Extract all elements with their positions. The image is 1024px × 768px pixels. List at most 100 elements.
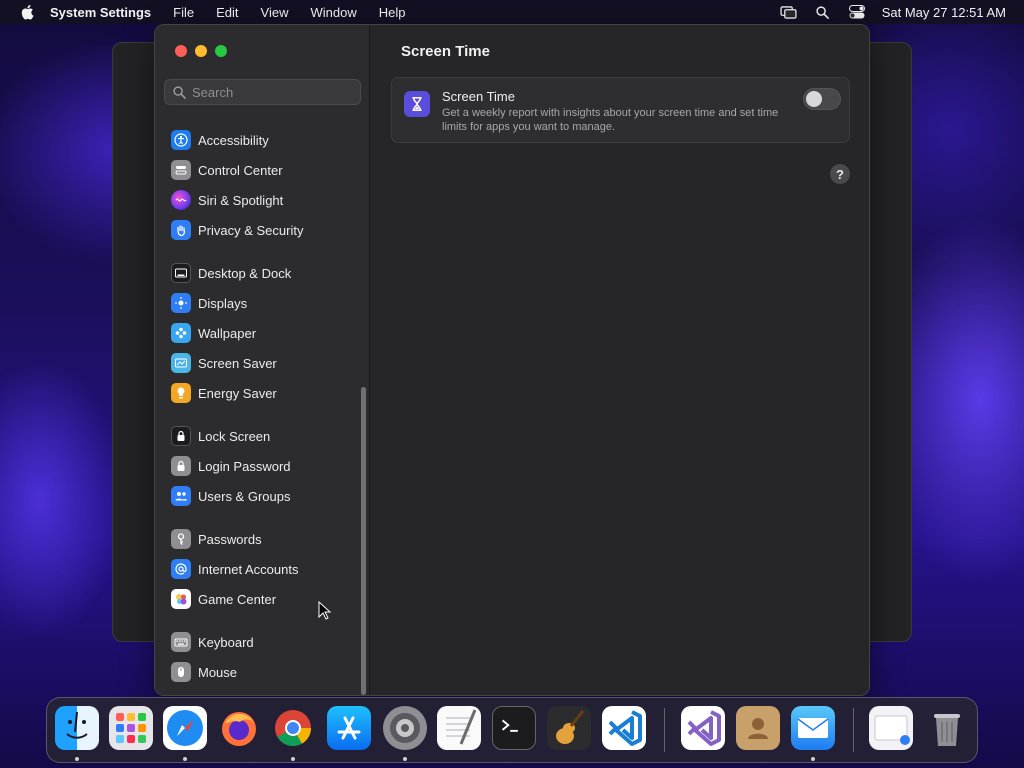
screen-time-toggle[interactable]	[803, 88, 841, 110]
sidebar-item-siri-spotlight[interactable]: Siri & Spotlight	[171, 188, 283, 212]
screen-time-label: Screen Time	[442, 89, 515, 104]
window-controls	[175, 45, 227, 57]
sidebar-item-label: Login Password	[198, 458, 291, 474]
sidebar-item-keyboard[interactable]: Keyboard	[171, 630, 254, 654]
safari-icon[interactable]	[163, 706, 207, 750]
sidebar-item-screen-saver[interactable]: Screen Saver	[171, 351, 277, 375]
menu-window[interactable]: Window	[310, 5, 356, 20]
sidebar-item-desktop-dock[interactable]: Desktop & Dock	[171, 261, 291, 285]
sidebar-item-label: Siri & Spotlight	[198, 192, 284, 208]
search-input[interactable]	[192, 84, 352, 100]
keyboard-icon	[171, 632, 191, 652]
at-icon	[171, 559, 191, 579]
sidebar-item-energy-saver[interactable]: Energy Saver	[171, 381, 277, 405]
system-settings-icon[interactable]	[383, 706, 427, 750]
screen-time-card: Screen Time Get a weekly report with ins…	[391, 77, 850, 143]
mail-icon[interactable]	[791, 706, 835, 750]
launchpad-icon[interactable]	[109, 706, 153, 750]
sidebar-item-label: Keyboard	[198, 634, 254, 650]
sidebar-item-mouse[interactable]: Mouse	[171, 660, 237, 684]
menu-view[interactable]: View	[261, 5, 289, 20]
page-title: Screen Time	[401, 43, 490, 60]
contacts-icon[interactable]	[736, 706, 780, 750]
screen-mirroring-icon[interactable]	[780, 4, 798, 20]
accessibility-icon	[171, 130, 191, 150]
sidebar-item-internet-accounts[interactable]: Internet Accounts	[171, 557, 298, 581]
garageband-icon[interactable]	[547, 706, 591, 750]
sidebar-item-game-center[interactable]: Game Center	[171, 587, 276, 611]
chrome-icon[interactable]	[271, 706, 315, 750]
sidebar-item-displays[interactable]: Displays	[171, 291, 247, 315]
menu-bar: System Settings File Edit View Window He…	[0, 0, 1024, 24]
trash-icon[interactable]	[925, 706, 969, 750]
dock	[46, 697, 978, 763]
menu-bar-clock[interactable]: Sat May 27 12:51 AM	[882, 5, 1006, 20]
system-settings-window: Accessibility Control Center Siri & Spot…	[154, 24, 870, 696]
running-indicator	[403, 757, 407, 761]
running-indicator	[811, 757, 815, 761]
terminal-icon[interactable]	[492, 706, 536, 750]
siri-icon	[171, 190, 191, 210]
textedit-icon[interactable]	[437, 706, 481, 750]
search-field[interactable]	[164, 79, 361, 105]
control-center-menu-icon[interactable]	[848, 4, 866, 20]
toggle-knob	[806, 91, 822, 107]
sidebar-item-label: Accessibility	[198, 132, 269, 148]
running-indicator	[183, 757, 187, 761]
sidebar-scrollbar[interactable]	[361, 387, 366, 695]
vscode-icon[interactable]	[602, 706, 646, 750]
close-window-button[interactable]	[175, 45, 187, 57]
menu-edit[interactable]: Edit	[216, 5, 238, 20]
sidebar-item-privacy-security[interactable]: Privacy & Security	[171, 218, 303, 242]
menu-file[interactable]: File	[173, 5, 194, 20]
game-center-icon	[171, 589, 191, 609]
sidebar-item-label: Mouse	[198, 664, 238, 680]
sidebar-item-label: Desktop & Dock	[198, 265, 292, 281]
mouse-cursor-icon	[318, 601, 332, 620]
dock-separator	[664, 708, 665, 752]
screen-time-description: Get a weekly report with insights about …	[442, 107, 779, 133]
screen-saver-icon	[171, 353, 191, 373]
key-icon	[171, 529, 191, 549]
help-button[interactable]: ?	[830, 164, 850, 184]
zoom-window-button[interactable]	[215, 45, 227, 57]
visual-studio-icon[interactable]	[681, 706, 725, 750]
sidebar-item-label: Lock Screen	[198, 428, 271, 444]
search-icon	[173, 85, 186, 99]
dock-separator	[853, 708, 854, 752]
hand-icon	[171, 220, 191, 240]
energy-saver-icon	[171, 383, 191, 403]
sidebar-item-control-center[interactable]: Control Center	[171, 158, 283, 182]
desktop-dock-icon	[171, 263, 191, 283]
sidebar-item-label: Passwords	[198, 531, 262, 547]
sidebar-item-label: Screen Saver	[198, 355, 277, 371]
finder-icon[interactable]	[55, 706, 99, 750]
menu-help[interactable]: Help	[379, 5, 406, 20]
apple-icon[interactable]	[18, 3, 36, 21]
displays-icon	[171, 293, 191, 313]
sidebar-item-label: Displays	[198, 295, 248, 311]
sidebar-item-lock-screen[interactable]: Lock Screen	[171, 424, 270, 448]
wallpaper-icon	[171, 323, 191, 343]
lock-icon	[171, 456, 191, 476]
sidebar-item-label: Internet Accounts	[198, 561, 299, 577]
firefox-icon[interactable]	[217, 706, 261, 750]
minimize-window-button[interactable]	[195, 45, 207, 57]
spotlight-search-icon[interactable]	[814, 4, 832, 20]
sidebar-item-passwords[interactable]: Passwords	[171, 527, 262, 551]
sidebar-item-login-password[interactable]: Login Password	[171, 454, 291, 478]
sidebar-item-users-groups[interactable]: Users & Groups	[171, 484, 290, 508]
sidebar-item-label: Energy Saver	[198, 385, 277, 401]
menu-app-name[interactable]: System Settings	[50, 5, 151, 20]
sidebar-item-label: Wallpaper	[198, 325, 257, 341]
app-store-icon[interactable]	[327, 706, 371, 750]
running-indicator	[75, 757, 79, 761]
preview-icon[interactable]	[869, 706, 913, 750]
mouse-icon	[171, 662, 191, 682]
sidebar-item-label: Privacy & Security	[198, 222, 304, 238]
sidebar-item-wallpaper[interactable]: Wallpaper	[171, 321, 256, 345]
running-indicator	[291, 757, 295, 761]
users-icon	[171, 486, 191, 506]
sidebar-item-accessibility[interactable]: Accessibility	[171, 128, 269, 152]
control-center-icon	[171, 160, 191, 180]
